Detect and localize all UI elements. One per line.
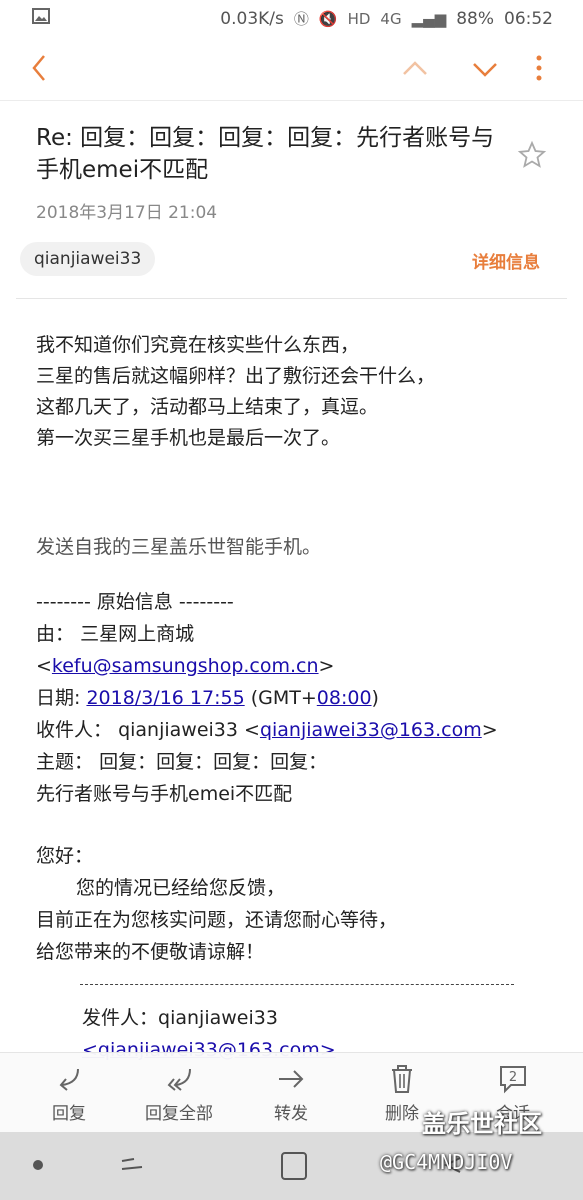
sender-label: 发件人：	[82, 1007, 159, 1029]
back-icon[interactable]	[26, 50, 56, 86]
toolbar	[0, 36, 583, 101]
to-label: 收件人：	[36, 719, 113, 741]
to-email-link[interactable]: qianjiawei33@163.com	[260, 719, 482, 741]
image-notification-icon	[32, 8, 50, 24]
sender-name: qianjiawei33	[158, 1007, 278, 1029]
from-email-link[interactable]: kefu@samsungshop.com.cn	[52, 655, 319, 677]
subject-label: 主题：	[36, 751, 94, 773]
subject-line2: 先行者账号与手机emei不匹配	[36, 783, 293, 805]
greeting: 您好：	[36, 845, 94, 867]
reply-line: 给您带来的不便敬请谅解！	[36, 941, 265, 963]
home-icon[interactable]	[281, 1152, 307, 1180]
from-email-row: <kefu@samsungshop.com.cn>	[36, 650, 576, 682]
email-date: 2018年3月17日 21:04	[36, 203, 218, 223]
reply-line: 您的情况已经给您反馈，	[76, 877, 286, 899]
forward-sender-row: 发件人：qianjiawei33	[82, 1002, 562, 1034]
next-email-icon[interactable]	[470, 54, 500, 84]
sender-chip[interactable]: qianjiawei33	[20, 242, 156, 276]
network-4g-icon: 4G	[380, 9, 402, 28]
conversation-count: 2	[509, 1070, 517, 1085]
body-line: 第一次买三星手机也是最后一次了。	[36, 427, 341, 449]
tz-prefix: (GMT+	[244, 687, 317, 709]
forward-icon	[279, 1070, 304, 1088]
subject-row: 主题： 回复：回复：回复：回复：	[36, 746, 576, 778]
nav-dot-icon[interactable]	[33, 1160, 43, 1170]
date-link[interactable]: 2018/3/16 17:55	[86, 687, 244, 709]
clock: 06:52	[504, 8, 553, 29]
forward-button[interactable]: 转发	[246, 1063, 336, 1124]
signature: 发送自我的三星盖乐世智能手机。	[36, 536, 322, 558]
from-name: 三星网上商城	[80, 623, 195, 645]
body-line: 我不知道你们究竟在核实些什么东西，	[36, 334, 360, 356]
reply-all-icon	[167, 1068, 191, 1091]
network-speed: 0.03K/s	[220, 8, 284, 29]
bracket: >	[481, 719, 498, 741]
details-link[interactable]: 详细信息	[472, 248, 540, 273]
previous-email-icon[interactable]	[400, 54, 430, 84]
hd-icon: HD	[347, 9, 371, 28]
date-label: 日期:	[36, 687, 81, 709]
watermark-handle: @GC4MNDJI0V	[380, 1150, 513, 1174]
original-header: -------- 原始信息 --------	[36, 591, 234, 613]
reply-label: 回复	[52, 1104, 86, 1124]
watermark-title: 盖乐世社区	[422, 1110, 542, 1138]
from-label: 由：	[36, 623, 75, 645]
nfc-icon: Ⓝ	[293, 10, 309, 28]
delete-label: 删除	[385, 1104, 419, 1124]
reply-button[interactable]: 回复	[24, 1063, 114, 1124]
to-row: 收件人： qianjiawei33 <qianjiawei33@163.com>	[36, 714, 576, 746]
more-options-icon[interactable]	[530, 50, 548, 86]
body-line: 三星的售后就这幅卵样？出了敷衍还会干什么，	[36, 365, 436, 387]
email-subject: Re: 回复：回复：回复：回复：先行者账号与手机emei不匹配	[36, 125, 495, 183]
trash-icon	[392, 1065, 412, 1093]
separator-line	[80, 984, 514, 985]
forward-label: 转发	[274, 1104, 308, 1124]
date-row: 日期: 2018/3/16 17:55 (GMT+08:00)	[36, 682, 576, 714]
reply-all-label: 回复全部	[145, 1104, 213, 1124]
from-row: 由： 三星网上商城	[36, 618, 576, 650]
email-body: 我不知道你们究竟在核实些什么东西， 三星的售后就这幅卵样？出了敷衍还会干什么， …	[36, 330, 566, 454]
mute-icon: 🔇	[318, 9, 338, 28]
divider	[16, 298, 567, 299]
reply-line: 目前正在为您核实问题，还请您耐心等待，	[36, 909, 398, 931]
recent-apps-icon[interactable]	[120, 1154, 144, 1176]
reply-icon	[59, 1068, 79, 1091]
star-icon[interactable]	[517, 140, 547, 170]
bracket: <	[36, 655, 52, 677]
reply-all-button[interactable]: 回复全部	[134, 1063, 224, 1124]
conversation-icon: 2	[500, 1066, 526, 1094]
body-line: 这都几天了，活动都马上结束了，真逗。	[36, 396, 379, 418]
battery-level: 88%	[456, 8, 494, 29]
tz-link[interactable]: 08:00	[317, 687, 372, 709]
bracket: >	[318, 655, 335, 677]
status-bar: 0.03K/s Ⓝ 🔇 HD 4G ▂▄▆ 88% 06:52	[0, 0, 583, 36]
signal-icon: ▂▄▆	[411, 9, 447, 28]
tz-suffix: )	[371, 687, 379, 709]
subject-line1: 回复：回复：回复：回复：	[99, 751, 328, 773]
quoted-reply: 您好： 您的情况已经给您反馈， 目前正在为您核实问题，还请您耐心等待， 给您带来…	[36, 840, 566, 968]
original-message: -------- 原始信息 -------- 由： 三星网上商城 <kefu@s…	[36, 586, 576, 810]
to-name: qianjiawei33 <	[118, 719, 260, 741]
